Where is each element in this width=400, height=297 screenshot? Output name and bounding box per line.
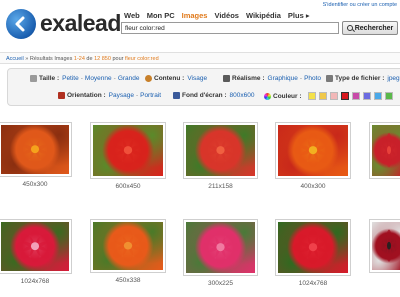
image-result-thumb[interactable] <box>0 219 72 274</box>
filter-grande[interactable]: Grande <box>118 75 140 82</box>
nav-mon-pc[interactable]: Mon PC <box>147 11 175 20</box>
color-swatch[interactable] <box>373 92 382 100</box>
results-label: Résultats Images <box>29 56 74 62</box>
search-input[interactable] <box>121 22 339 34</box>
color-swatch[interactable] <box>362 92 371 100</box>
image-size-label: 1024x768 <box>20 278 50 285</box>
login-link[interactable]: S'identifier ou créer un compte <box>323 2 397 8</box>
results-query: fleur color:red <box>125 56 159 62</box>
image-size-label: 1024x768 <box>298 280 328 287</box>
filter-orientation: Orientation : Paysage - Portrait <box>58 92 161 99</box>
header: exalead Web Mon PC Images Vidéos Wikipéd… <box>0 0 400 52</box>
search-icon <box>346 25 353 31</box>
image-result-thumb[interactable] <box>90 219 166 273</box>
flower-image <box>93 222 163 270</box>
filter-couleur: Couleur : <box>264 92 396 100</box>
exalead-logo-icon[interactable] <box>6 9 36 39</box>
filter-visage[interactable]: Visage <box>187 75 207 82</box>
flower-image <box>93 125 163 176</box>
filter-type: Type de fichier : jpeg <box>326 75 400 82</box>
flower-image <box>278 125 348 176</box>
filter-graphique[interactable]: Graphique <box>268 75 298 82</box>
wallpaper-icon <box>173 92 180 99</box>
flower-image <box>372 125 400 176</box>
image-size-label: 211x158 <box>208 183 233 190</box>
image-size-label: 600x450 <box>115 183 141 190</box>
search-button[interactable]: Rechercher <box>342 21 398 35</box>
filter-fond-label: Fond d'écran : <box>182 92 227 99</box>
nav-web[interactable]: Web <box>124 11 140 20</box>
image-size-label: 400x300 <box>300 183 326 190</box>
filter-jpeg[interactable]: jpeg <box>387 75 399 82</box>
filter-petite[interactable]: Petite <box>62 75 79 82</box>
nav-wikipedia[interactable]: Wikipédia <box>246 11 281 20</box>
file-icon <box>326 75 333 82</box>
filter-contenu-label: Contenu : <box>154 75 185 82</box>
results-total: 12 850 <box>94 56 111 62</box>
color-swatch[interactable] <box>351 92 360 100</box>
filter-realisme-label: Réalisme : <box>232 75 265 82</box>
filter-contenu: Contenu : Visage <box>145 75 207 82</box>
results-range: 1-24 <box>73 56 85 62</box>
size-icon <box>30 75 37 82</box>
color-wheel-icon <box>264 92 271 100</box>
image-result-thumb[interactable] <box>275 122 351 179</box>
image-result-thumb[interactable] <box>369 122 400 179</box>
filter-photo[interactable]: Photo <box>304 75 321 82</box>
flower-image <box>1 222 69 271</box>
filter-type-label: Type de fichier : <box>335 75 385 82</box>
image-size-label: 450x338 <box>115 277 141 284</box>
color-swatch[interactable] <box>340 92 349 100</box>
flower-image <box>186 125 255 176</box>
orientation-icon <box>58 92 65 99</box>
image-result-thumb[interactable] <box>183 122 258 179</box>
face-icon <box>145 75 152 82</box>
nav-videos[interactable]: Vidéos <box>214 11 238 20</box>
color-swatch[interactable] <box>384 92 393 100</box>
nav-plus[interactable]: Plus ▸ <box>288 11 310 20</box>
image-result-thumb[interactable] <box>183 219 258 276</box>
breadcrumb: Accueil » Résultats Images 1-24 de 12 85… <box>0 52 400 64</box>
filter-panel: Taille : Petite - Moyenne - Grande Contenu… <box>7 68 400 106</box>
nav-images[interactable]: Images <box>182 11 208 20</box>
search-button-label: Rechercher <box>354 24 394 32</box>
image-result-thumb[interactable] <box>369 219 400 273</box>
filter-paysage[interactable]: Paysage <box>109 92 134 99</box>
logo-text[interactable]: exalead <box>40 10 121 37</box>
breadcrumb-home[interactable]: Accueil <box>6 56 24 62</box>
image-result-thumb[interactable] <box>90 122 166 179</box>
filter-moyenne[interactable]: Moyenne <box>85 75 112 82</box>
flower-image <box>278 222 348 273</box>
filter-taille: Taille : Petite - Moyenne - Grande <box>30 75 140 82</box>
image-result-thumb[interactable] <box>0 122 72 177</box>
flower-image <box>186 222 255 273</box>
color-swatch[interactable] <box>329 92 338 100</box>
filter-portrait[interactable]: Portrait <box>140 92 161 99</box>
image-size-label: 300x225 <box>208 280 233 287</box>
filter-taille-label: Taille : <box>39 75 60 82</box>
image-size-label: 450x300 <box>22 181 48 188</box>
results-for: pour <box>110 56 125 62</box>
flower-image <box>372 222 400 270</box>
results-of: de <box>84 56 95 62</box>
image-result-thumb[interactable] <box>275 219 351 276</box>
filter-fond: Fond d'écran : 800x600 <box>173 92 254 99</box>
filter-800x600[interactable]: 800x600 <box>230 92 255 99</box>
nav-bar: Web Mon PC Images Vidéos Wikipédia Plus … <box>124 11 310 20</box>
filter-realisme: Réalisme : Graphique - Photo <box>223 75 321 82</box>
flower-image <box>1 125 69 174</box>
color-swatch[interactable] <box>307 92 316 100</box>
color-swatches <box>307 92 396 100</box>
filter-couleur-label: Couleur : <box>273 92 302 100</box>
camera-icon <box>223 75 230 82</box>
color-swatch[interactable] <box>318 92 327 100</box>
filter-orientation-label: Orientation : <box>67 92 106 99</box>
